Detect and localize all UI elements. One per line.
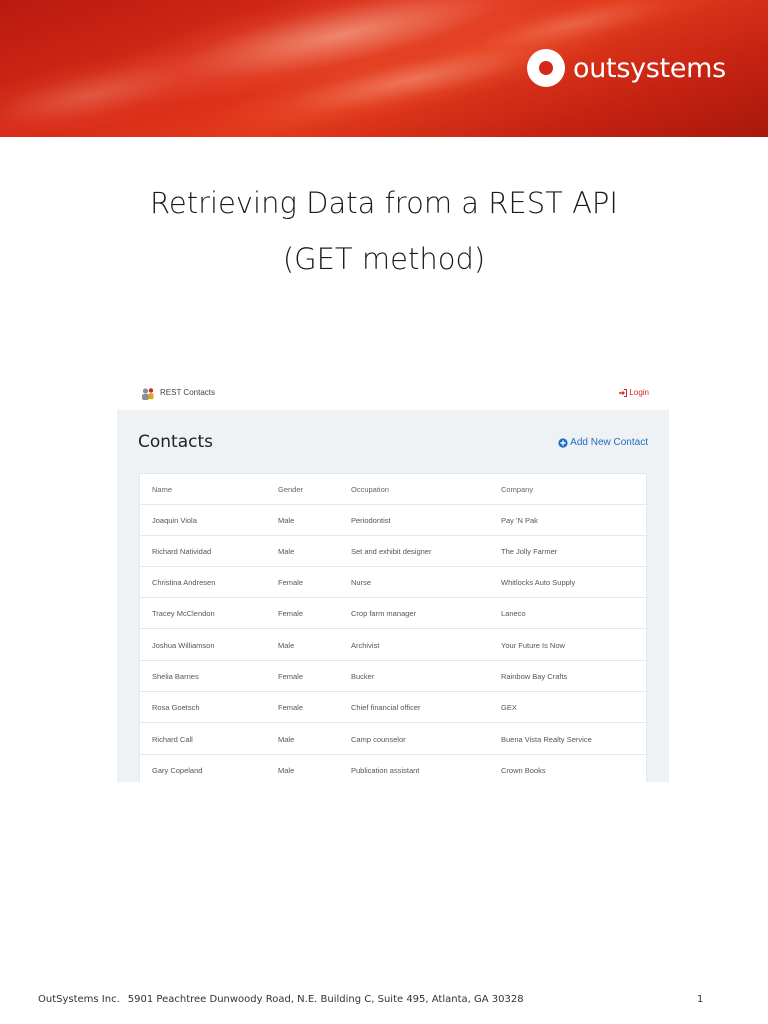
document-subtitle: (GET method) <box>282 242 486 276</box>
column-header-name[interactable]: Name <box>152 485 172 494</box>
cell-gender: Female <box>278 609 304 618</box>
cell-gender: Female <box>278 578 304 587</box>
cell-gender: Female <box>278 703 304 712</box>
page-number: 1 <box>697 994 704 1005</box>
header-banner: outsystems <box>0 0 768 137</box>
cell-company: GEX <box>501 703 517 712</box>
cell-occupation: Archivist <box>351 641 380 650</box>
cell-occupation: Bucker <box>351 672 375 681</box>
table-row[interactable]: Richard Natividad Male Set and exhibit d… <box>140 536 648 567</box>
cell-name: Richard Call <box>152 735 193 744</box>
table-row[interactable]: Christina Andresen Female Nurse Whitlock… <box>140 567 648 598</box>
contacts-table: Name Gender Occupation Company Joaquin V… <box>139 473 648 782</box>
plus-circle-icon <box>558 437 568 448</box>
cell-name: Joshua Williamson <box>152 641 215 650</box>
outsystems-logo-icon <box>527 49 565 87</box>
cell-occupation: Set and exhibit designer <box>351 547 432 556</box>
cell-gender: Male <box>278 547 295 556</box>
cell-gender: Male <box>278 735 295 744</box>
cell-name: Tracey McClendon <box>152 609 215 618</box>
cell-gender: Male <box>278 516 295 525</box>
cell-company: Whitlocks Auto Supply <box>501 578 576 587</box>
document-title: Retrieving Data from a REST API <box>150 186 618 220</box>
cell-occupation: Camp counselor <box>351 735 406 744</box>
cell-gender: Male <box>278 641 295 650</box>
cell-occupation: Crop farm manager <box>351 609 417 618</box>
add-new-contact-label: Add New Contact <box>570 437 648 448</box>
column-header-occupation[interactable]: Occupation <box>351 485 389 494</box>
outsystems-logo: outsystems <box>527 48 726 88</box>
add-new-contact-button[interactable]: Add New Contact <box>558 437 648 448</box>
cell-name: Gary Copeland <box>152 766 203 775</box>
cell-company: Rainbow Bay Crafts <box>501 672 568 681</box>
table-row[interactable]: Joaquin Viola Male Periodontist Pay 'N P… <box>140 505 648 536</box>
sign-in-icon <box>619 388 628 397</box>
page-footer: OutSystems Inc. 5901 Peachtree Dunwoody R… <box>38 994 524 1005</box>
table-row[interactable]: Shelia Barnes Female Bucker Rainbow Bay … <box>140 661 648 692</box>
logo-text: outsystems <box>573 52 726 84</box>
table-row[interactable]: Rosa Goetsch Female Chief financial offi… <box>140 692 648 723</box>
cell-name: Joaquin Viola <box>152 516 197 525</box>
cell-company: Your Future Is Now <box>501 641 565 650</box>
cell-name: Christina Andresen <box>152 578 216 587</box>
cell-name: Shelia Barnes <box>152 672 199 681</box>
column-header-company[interactable]: Company <box>501 485 533 494</box>
footer-company: OutSystems Inc. <box>38 994 120 1005</box>
page-title: Contacts <box>138 432 213 452</box>
table-row[interactable]: Gary Copeland Male Publication assistant… <box>140 755 648 782</box>
cell-occupation: Periodontist <box>351 516 391 525</box>
cell-occupation: Publication assistant <box>351 766 420 775</box>
cell-company: Pay 'N Pak <box>501 516 538 525</box>
table-row[interactable]: Joshua Williamson Male Archivist Your Fu… <box>140 630 648 661</box>
app-content: Contacts Add New Contact Name Gender Occ… <box>117 410 669 782</box>
cell-company: The Jolly Farmer <box>501 547 558 556</box>
contacts-app-icon <box>142 388 154 400</box>
app-topbar: REST Contacts Login <box>117 378 669 410</box>
cell-gender: Male <box>278 766 295 775</box>
cell-company: Crown Books <box>501 766 546 775</box>
footer-address: 5901 Peachtree Dunwoody Road, N.E. Build… <box>127 994 524 1005</box>
app-name: REST Contacts <box>160 388 215 397</box>
app-screenshot: REST Contacts Login Contacts Add New Con… <box>117 378 669 782</box>
login-link[interactable]: Login <box>619 388 649 397</box>
cell-gender: Female <box>278 672 304 681</box>
cell-name: Rosa Goetsch <box>152 703 200 712</box>
cell-occupation: Nurse <box>351 578 372 587</box>
table-row[interactable]: Tracey McClendon Female Crop farm manage… <box>140 598 648 629</box>
cell-occupation: Chief financial officer <box>351 703 421 712</box>
cell-company: Laneco <box>501 609 526 618</box>
column-header-gender[interactable]: Gender <box>278 485 303 494</box>
cell-company: Buena Vista Realty Service <box>501 735 592 744</box>
cell-name: Richard Natividad <box>152 547 212 556</box>
table-header-row: Name Gender Occupation Company <box>140 474 648 505</box>
table-row[interactable]: Richard Call Male Camp counselor Buena V… <box>140 724 648 755</box>
login-label: Login <box>629 388 649 397</box>
